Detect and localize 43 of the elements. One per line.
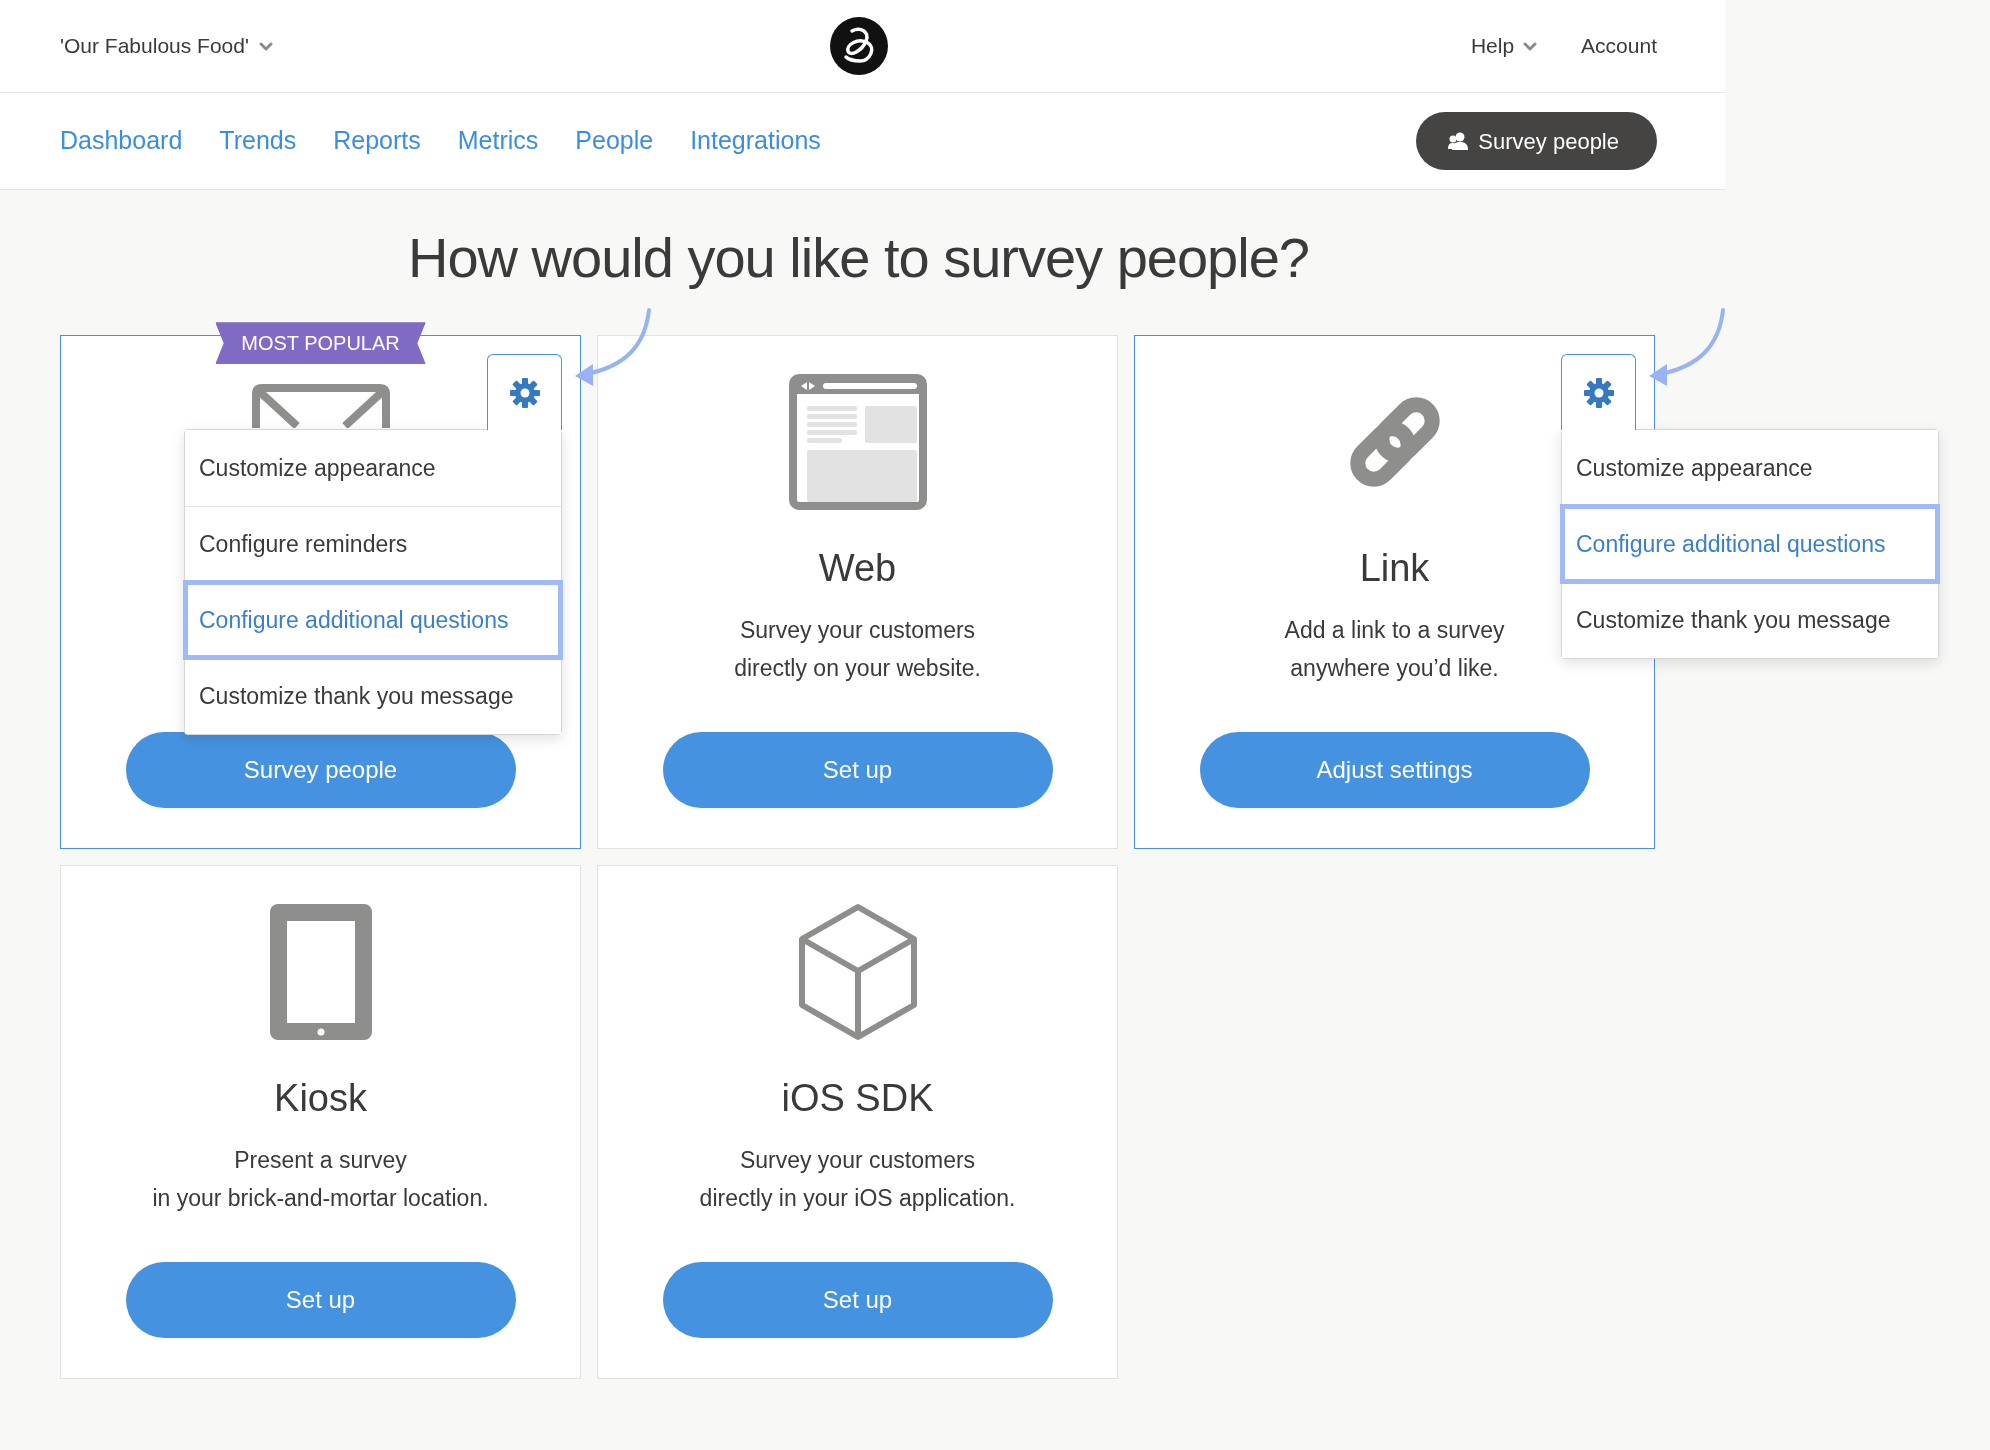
people-icon [1448,132,1469,150]
page-heading: How would you like to survey people? [407,225,1310,291]
gear-icon [1582,376,1615,409]
help-menu[interactable]: Help [1470,30,1538,62]
nav-link[interactable]: People [575,122,654,160]
menu-item[interactable]: Customize appearance [185,430,561,507]
setup-button[interactable]: Survey people [125,732,516,809]
account-switcher[interactable]: 'Our Fabulous Food' [60,30,830,62]
menu-item[interactable]: Configure reminders [185,506,561,583]
chevron-down-icon [1523,40,1538,52]
setup-button[interactable]: Set up [662,732,1053,809]
menu-item[interactable]: Configure additional questions [1562,506,1938,583]
setup-button[interactable]: Adjust settings [1199,732,1590,809]
nav-link[interactable]: Integrations [690,122,821,160]
option-title: Kiosk [274,1076,367,1122]
option-title: Web [818,546,897,592]
most-popular-ribbon: MOST POPULAR [215,322,426,365]
gear-icon [508,376,541,409]
settings-button[interactable] [487,354,562,431]
chevron-down-icon [258,40,273,52]
account-link[interactable]: Account [1581,30,1657,62]
nav-link[interactable]: Dashboard [60,122,183,160]
settings-button[interactable] [1561,354,1636,431]
option-title: Link [1359,546,1430,592]
menu-item[interactable]: Customize thank you message [185,658,561,735]
survey-people-button[interactable]: Survey people [1416,112,1657,170]
option-description: Present a survey in your brick-and-mortar location. [152,1146,489,1214]
setup-button[interactable]: Set up [125,1262,516,1339]
nav-link[interactable]: Reports [333,122,421,160]
option-description: Survey your customers directly in your iOS application. [699,1146,1016,1214]
logo-icon [829,17,888,75]
nav-link[interactable]: Trends [219,122,297,160]
menu-item[interactable]: Customize thank you message [1562,582,1938,659]
menu-item[interactable]: Customize appearance [1562,430,1938,507]
setup-button[interactable]: Set up [662,1262,1053,1339]
option-description: Survey your customers directly on your website. [734,616,981,684]
browser-window-icon [788,374,927,511]
menu-item[interactable]: Configure additional questions [185,582,561,659]
envelope-icon [251,384,390,429]
tablet-icon [269,904,372,1041]
option-title: iOS SDK [781,1076,934,1122]
option-description: Add a link to a survey anywhere you’d like. [1284,616,1505,684]
nav-link[interactable]: Metrics [457,122,539,160]
